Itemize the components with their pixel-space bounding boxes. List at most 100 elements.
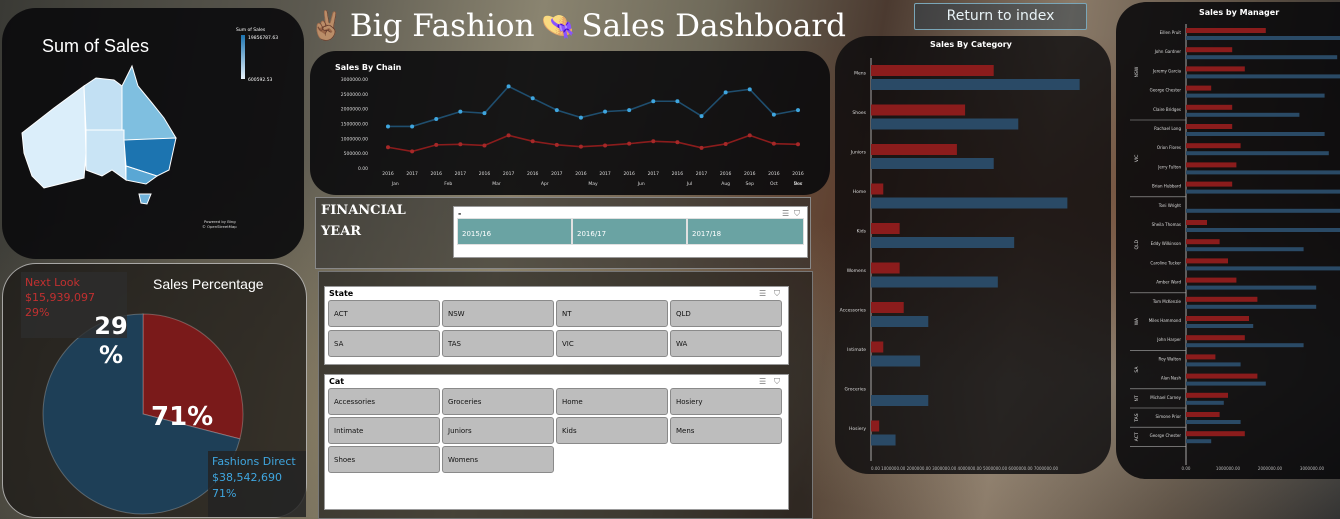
x-month-label: Jan	[391, 181, 399, 187]
x-year-label: 2016	[768, 171, 780, 177]
manager-bar-blue	[1186, 93, 1325, 98]
category-bar-blue	[871, 79, 1080, 90]
category-bar-blue	[871, 395, 929, 406]
manager-bar-blue	[1186, 55, 1338, 60]
manager-bar-blue	[1186, 439, 1212, 444]
manager-bar-red	[1186, 239, 1220, 245]
series-red-point	[723, 141, 728, 146]
x-year-label: 2016	[720, 171, 732, 177]
multi-select-icon[interactable]: ☰	[759, 377, 766, 386]
manager-bar-red	[1186, 412, 1220, 417]
fy-2017-18[interactable]: 2017/18	[687, 218, 804, 245]
cat-tile-hosiery[interactable]: Hosiery	[670, 388, 782, 415]
x-tick-label: 1000000.00	[1216, 466, 1241, 471]
manager-bar-red	[1186, 277, 1237, 283]
series-blue-point	[796, 108, 800, 113]
manager-label: George Chester	[1150, 88, 1182, 93]
series-blue-point	[771, 112, 776, 117]
cat-tile-shoes[interactable]: Shoes	[328, 446, 440, 473]
fy-2016-17[interactable]: 2016/17	[572, 218, 687, 245]
multi-select-icon[interactable]: ☰	[759, 289, 766, 298]
state-tile-act[interactable]: ACT	[328, 300, 440, 327]
x-month-label: Jun	[637, 181, 645, 187]
cat-tile-mens[interactable]: Mens	[670, 417, 782, 444]
manager-bar-blue	[1186, 400, 1224, 405]
series-red-point	[627, 141, 632, 146]
map-panel[interactable]: Sum of Sales Sum of Sales 19856787.63 60…	[2, 8, 304, 259]
manager-bar-blue	[1186, 74, 1340, 79]
manager-bar-red	[1186, 47, 1233, 53]
category-bar-chart[interactable]: Mens Shoes Juniors Home Kids Womens Accessorie…	[835, 36, 1111, 474]
state-tile-tas[interactable]: TAS	[442, 330, 554, 357]
cat-tile-home[interactable]: Home	[556, 388, 668, 415]
manager-label: Alan Nash	[1161, 376, 1182, 381]
cat-slicer[interactable]: Cat ☰ ⛉ Accessories Groceries Home Hosiery I…	[324, 374, 789, 510]
cat-tile-juniors[interactable]: Juniors	[442, 417, 554, 444]
return-to-index-button[interactable]: Return to index	[914, 3, 1087, 30]
manager-bar-blue	[1186, 420, 1241, 424]
clear-filter-icon[interactable]: ⛉	[774, 377, 780, 387]
state-tile-wa[interactable]: WA	[670, 330, 782, 357]
category-label: Kids	[857, 229, 867, 235]
manager-bar-blue	[1186, 324, 1254, 328]
state-tile-vic[interactable]: VIC	[556, 330, 668, 357]
x-year-label: 2016	[479, 171, 491, 177]
cat-tile-intimate[interactable]: Intimate	[328, 417, 440, 444]
manager-label: Miles Hammond	[1149, 318, 1182, 323]
next-look-slice-label: 29 %	[94, 312, 128, 369]
state-slicer[interactable]: State ☰ ⛉ ACT NSW NT QLD SA TAS VIC WA	[324, 286, 789, 365]
manager-bar-red	[1186, 28, 1266, 33]
x-month-label: Feb	[444, 181, 452, 187]
x-year-label: 2016	[575, 171, 587, 177]
x-month-label: Mar	[492, 181, 501, 187]
chain-line-chart[interactable]: 3000000.00 2500000.00 2000000.00 1500000.00…	[310, 51, 830, 195]
manager-label: Jeremy Garcia	[1152, 68, 1182, 73]
next-look-value: $15,939,097	[25, 291, 95, 304]
cat-tile-womens[interactable]: Womens	[442, 446, 554, 473]
cat-tile-accessories[interactable]: Accessories	[328, 388, 440, 415]
financial-year-slicer-header: -	[458, 209, 462, 218]
series-red-point	[386, 145, 390, 150]
hat-icon: 👒	[540, 9, 576, 42]
manager-label: John Harper	[1156, 337, 1181, 342]
state-tile-qld[interactable]: QLD	[670, 300, 782, 327]
cat-tile-kids[interactable]: Kids	[556, 417, 668, 444]
category-bar-blue	[871, 276, 998, 288]
category-bar-blue	[871, 316, 929, 327]
y-tick-label: 2000000.00	[341, 107, 368, 113]
manager-bar-red	[1186, 220, 1207, 225]
x-year-label: 2017	[696, 171, 708, 177]
state-tile-sa[interactable]: SA	[328, 330, 440, 357]
series-red-point	[651, 139, 656, 144]
category-x-axis-ticks: 0.00 1000000.00 2000000.00 3000000.00 40…	[871, 466, 1059, 471]
fashions-direct-pct: 71%	[212, 487, 237, 500]
y-tick-label: 1500000.00	[341, 122, 368, 128]
manager-bar-chart[interactable]: Eillen Pruit John Gardner Jeremy Garcia Geo…	[1116, 2, 1340, 479]
category-chart-panel[interactable]: Sales By Category Mens Shoes Juniors Home Ki…	[835, 36, 1111, 474]
manager-chart-panel[interactable]: Sales by Manager Eillen Pruit John Gardne…	[1116, 2, 1340, 479]
category-bar-blue	[871, 434, 896, 446]
state-slicer-header: State	[329, 289, 354, 298]
next-look-name: Next Look	[25, 276, 80, 289]
x-tick-label: 3000000.00	[1300, 466, 1325, 471]
state-tile-nsw[interactable]: NSW	[442, 300, 554, 327]
cat-tile-groceries[interactable]: Groceries	[442, 388, 554, 415]
page-title: ✌🏽 Big Fashion 👒 Sales Dashboard	[309, 6, 846, 46]
multi-select-icon[interactable]: ☰	[782, 209, 789, 218]
region-nt	[83, 77, 123, 131]
series-blue-point	[723, 90, 728, 95]
chain-chart-panel[interactable]: Sales By Chain 3000000.00 2500000.00 20000…	[310, 51, 830, 195]
manager-bar-blue	[1186, 247, 1304, 252]
state-tile-nt[interactable]: NT	[556, 300, 668, 327]
pie-panel[interactable]: Sales Percentage Next Look $15,939,097 2…	[2, 263, 307, 518]
series-blue-point	[675, 99, 680, 104]
series-red-point	[771, 141, 776, 146]
clear-filter-icon[interactable]: ⛉	[774, 289, 780, 299]
manager-label: Brian Hubbard	[1152, 184, 1181, 189]
fy-2015-16[interactable]: 2015/16	[457, 218, 572, 245]
category-bar-blue	[871, 158, 994, 169]
australia-map[interactable]	[14, 58, 189, 213]
manager-bar-blue	[1186, 132, 1325, 136]
financial-year-slicer[interactable]: - ☰ ⛉ 2015/16 2016/17 2017/18	[453, 206, 808, 258]
fashions-direct-name: Fashions Direct	[212, 455, 296, 468]
